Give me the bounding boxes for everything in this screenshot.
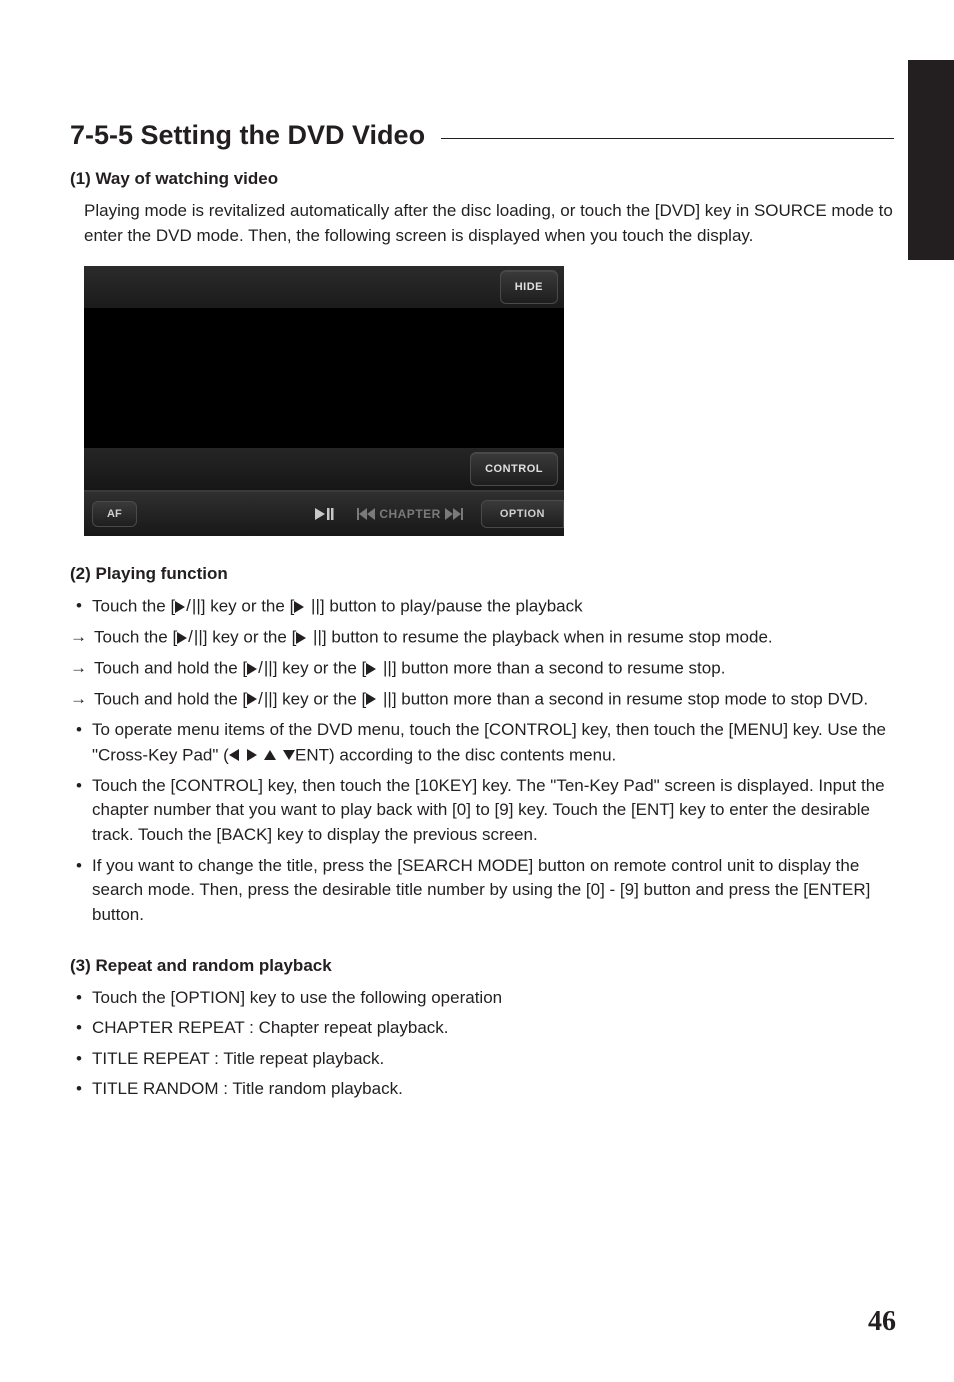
screenshot-bottom-bar: AF CHAPTER OPTION xyxy=(84,490,564,536)
play-pause-icon: /|| xyxy=(177,625,203,650)
dvd-screenshot: HIDE CONTROL AF CHAPTER OPTION xyxy=(84,266,564,536)
subsection-1-body: Playing mode is revitalized automaticall… xyxy=(84,199,894,248)
list-item: Touch the [/||] key or the [ ||] button … xyxy=(76,625,894,650)
section-heading: 7-5-5 Setting the DVD Video xyxy=(70,120,894,151)
list-item: Touch the [OPTION] key to use the follow… xyxy=(76,986,894,1011)
list-item: TITLE REPEAT : Title repeat playback. xyxy=(76,1047,894,1072)
playing-function-list: Touch the [/||] key or the [ ||] button … xyxy=(76,594,894,927)
play-pause-icon: || xyxy=(294,594,320,619)
list-item: TITLE RANDOM : Title random playback. xyxy=(76,1077,894,1102)
list-item: To operate menu items of the DVD menu, t… xyxy=(76,718,894,768)
chapter-label: CHAPTER xyxy=(379,507,441,521)
play-pause-indicator[interactable] xyxy=(315,508,335,520)
play-pause-icon: || xyxy=(366,687,392,712)
list-item: Touch the [/||] key or the [ ||] button … xyxy=(76,594,894,619)
subsection-2-title: (2) Playing function xyxy=(70,564,894,584)
play-pause-icon: /|| xyxy=(247,687,273,712)
heading-text: 7-5-5 Setting the DVD Video xyxy=(70,120,425,151)
af-button[interactable]: AF xyxy=(92,501,137,527)
list-item: Touch and hold the [/||] key or the [ ||… xyxy=(76,656,894,681)
screenshot-lower-bar: CONTROL xyxy=(84,448,564,490)
heading-rule xyxy=(441,138,894,139)
play-pause-icon: || xyxy=(366,656,392,681)
list-item: Touch and hold the [/||] key or the [ ||… xyxy=(76,687,894,712)
play-pause-icon: /|| xyxy=(247,656,273,681)
screenshot-top-bar: HIDE xyxy=(84,266,564,308)
screenshot-video-area xyxy=(84,308,564,448)
cross-key-icons xyxy=(229,743,295,768)
list-item: CHAPTER REPEAT : Chapter repeat playback… xyxy=(76,1016,894,1041)
subsection-1-title: (1) Way of watching video xyxy=(70,169,894,189)
list-item: If you want to change the title, press t… xyxy=(76,854,894,928)
subsection-3-title: (3) Repeat and random playback xyxy=(70,956,894,976)
control-button[interactable]: CONTROL xyxy=(470,452,558,486)
side-tab xyxy=(908,60,954,260)
page-number: 46 xyxy=(868,1306,896,1338)
list-item: Touch the [CONTROL] key, then touch the … xyxy=(76,774,894,848)
option-button[interactable]: OPTION xyxy=(481,500,564,528)
play-pause-icon: /|| xyxy=(175,594,201,619)
hide-button[interactable]: HIDE xyxy=(500,270,558,304)
play-pause-icon: || xyxy=(296,625,322,650)
repeat-random-list: Touch the [OPTION] key to use the follow… xyxy=(76,986,894,1103)
chapter-control[interactable]: CHAPTER xyxy=(357,507,463,521)
